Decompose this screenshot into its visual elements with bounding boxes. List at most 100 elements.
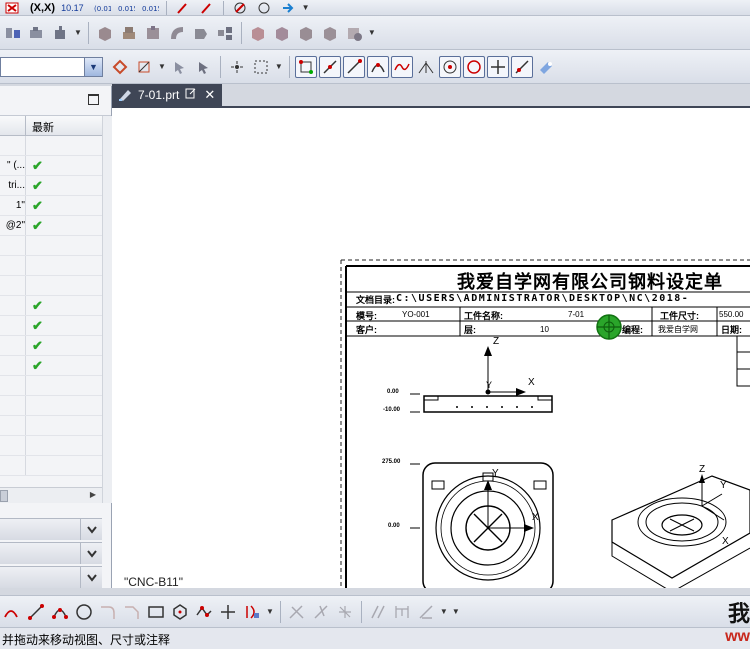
center-snap-icon[interactable]	[438, 55, 461, 78]
table-row[interactable]: 1" ✔	[0, 196, 102, 216]
intersection-snap-icon[interactable]	[415, 56, 437, 78]
table-row[interactable]: ✔	[0, 336, 102, 356]
offset-curve-icon[interactable]	[241, 601, 263, 623]
endpoint-snap-icon[interactable]	[294, 55, 317, 78]
table-row[interactable]	[0, 376, 102, 396]
table-row[interactable]	[0, 276, 102, 296]
chevron-down-icon[interactable]	[80, 543, 102, 564]
quick-trim-icon[interactable]	[286, 601, 308, 623]
table-row[interactable]: ✔	[0, 316, 102, 336]
show-constraints-icon[interactable]	[415, 601, 437, 623]
table-row[interactable]	[0, 456, 102, 476]
edit-annotation-icon[interactable]	[172, 1, 194, 15]
point-tool-icon[interactable]	[217, 601, 239, 623]
part-navigator-icon[interactable]	[1, 22, 23, 44]
table-row[interactable]	[0, 396, 102, 416]
constraint-icon[interactable]	[367, 601, 389, 623]
selection-filter-icon[interactable]	[133, 56, 155, 78]
pattern-icon[interactable]	[214, 22, 236, 44]
on-curve-snap-icon[interactable]	[510, 55, 533, 78]
select-icon[interactable]	[169, 56, 191, 78]
edit-annotation-icon-2[interactable]	[196, 1, 218, 15]
snap-point-icon[interactable]	[109, 56, 131, 78]
make-corner-icon[interactable]	[334, 601, 356, 623]
table-row[interactable]	[0, 136, 102, 156]
line-snap-icon[interactable]	[318, 55, 341, 78]
chevron-down-icon[interactable]	[80, 519, 102, 540]
tolerance-icon-2[interactable]: 0.015	[115, 1, 137, 15]
toolbar-options-icon[interactable]: ▼	[452, 607, 460, 616]
dropdown-arrow-icon[interactable]: ▼	[440, 607, 448, 616]
block-feature-icon[interactable]	[94, 22, 116, 44]
chevron-down-icon[interactable]: ▼	[84, 58, 102, 76]
table-row[interactable]	[0, 436, 102, 456]
polygon-tool-icon[interactable]	[169, 601, 191, 623]
column-latest-header[interactable]: 最新	[26, 116, 60, 135]
sweep-icon[interactable]	[166, 22, 188, 44]
dropdown-arrow-icon[interactable]: ▼	[302, 3, 310, 12]
table-row[interactable]	[0, 236, 102, 256]
table-row[interactable]: " (... ✔	[0, 156, 102, 176]
table-row[interactable]: tri... ✔	[0, 176, 102, 196]
search-view-icon[interactable]	[253, 1, 275, 15]
hole-icon[interactable]	[271, 22, 293, 44]
dropdown-arrow-icon[interactable]: ▼	[158, 62, 166, 71]
midpoint-snap-icon[interactable]	[342, 55, 365, 78]
chevron-down-icon[interactable]	[80, 567, 102, 588]
view-icon[interactable]	[229, 1, 251, 15]
table-row[interactable]: ✔	[0, 296, 102, 316]
horizontal-scrollbar[interactable]: ▶	[0, 487, 102, 503]
dropdown-arrow-icon[interactable]: ▼	[368, 28, 376, 37]
spline-snap-icon[interactable]	[390, 55, 413, 78]
thread-icon[interactable]	[295, 22, 317, 44]
drawing-canvas[interactable]: 我爱自学网有限公司钢料设定单 文档目录: C:\USERS\ADMINISTRA…	[112, 108, 750, 588]
tab-part-file[interactable]: 7-01.prt ✕	[112, 84, 222, 106]
column-name-header[interactable]	[0, 116, 26, 135]
quadrant-snap-icon[interactable]	[462, 55, 485, 78]
fillet-tool-icon[interactable]	[97, 601, 119, 623]
profile-icon[interactable]	[1, 601, 23, 623]
table-row[interactable]	[0, 256, 102, 276]
quick-extend-icon[interactable]	[310, 601, 332, 623]
dimension-icon[interactable]	[391, 601, 413, 623]
panel-section-1[interactable]	[0, 518, 102, 540]
panel-section-3[interactable]	[0, 566, 102, 588]
boolean-icon[interactable]	[190, 22, 212, 44]
chamfer-icon[interactable]	[343, 22, 365, 44]
point-icon[interactable]	[226, 56, 248, 78]
circle-tool-icon[interactable]	[73, 601, 95, 623]
dropdown-arrow-icon[interactable]: ▼	[266, 607, 274, 616]
shell-icon[interactable]	[247, 22, 269, 44]
arrow-icon[interactable]	[277, 1, 299, 15]
tolerance-icon-3[interactable]: 0.015	[139, 1, 161, 15]
extrude-icon[interactable]	[118, 22, 140, 44]
dropdown-arrow-icon[interactable]: ▼	[74, 28, 82, 37]
arc-tool-icon[interactable]	[49, 601, 71, 623]
existing-point-snap-icon[interactable]	[486, 55, 509, 78]
scrollbar-thumb[interactable]	[0, 490, 8, 502]
table-row[interactable]	[0, 416, 102, 436]
vertical-scrollbar[interactable]	[102, 116, 112, 503]
chamfer-tool-icon[interactable]	[121, 601, 143, 623]
revolve-icon[interactable]	[142, 22, 164, 44]
tolerance-icon-1[interactable]: (0.01	[91, 1, 113, 15]
studio-spline-icon[interactable]	[193, 601, 215, 623]
dropdown-arrow-icon[interactable]: ▼	[275, 62, 283, 71]
scroll-right-icon[interactable]: ▶	[90, 490, 96, 499]
decimal-format-label[interactable]: 10.17	[61, 3, 84, 13]
deselect-icon[interactable]	[193, 56, 215, 78]
snap-settings-icon[interactable]	[535, 56, 557, 78]
line-tool-icon[interactable]	[25, 601, 47, 623]
assembly-icon[interactable]	[25, 22, 47, 44]
selection-filter-combo[interactable]: ▼	[0, 57, 103, 77]
coordinate-format-label[interactable]: (X,X)	[30, 2, 55, 14]
close-tab-icon[interactable]: ✕	[204, 87, 215, 103]
table-row[interactable]: ✔	[0, 356, 102, 376]
table-row[interactable]: @2" ✔	[0, 216, 102, 236]
rectangle-select-icon[interactable]	[250, 56, 272, 78]
panel-section-2[interactable]	[0, 542, 102, 564]
rectangle-tool-icon[interactable]	[145, 601, 167, 623]
component-icon[interactable]	[49, 22, 71, 44]
curve-snap-icon[interactable]	[366, 55, 389, 78]
close-part-icon[interactable]	[1, 1, 23, 15]
